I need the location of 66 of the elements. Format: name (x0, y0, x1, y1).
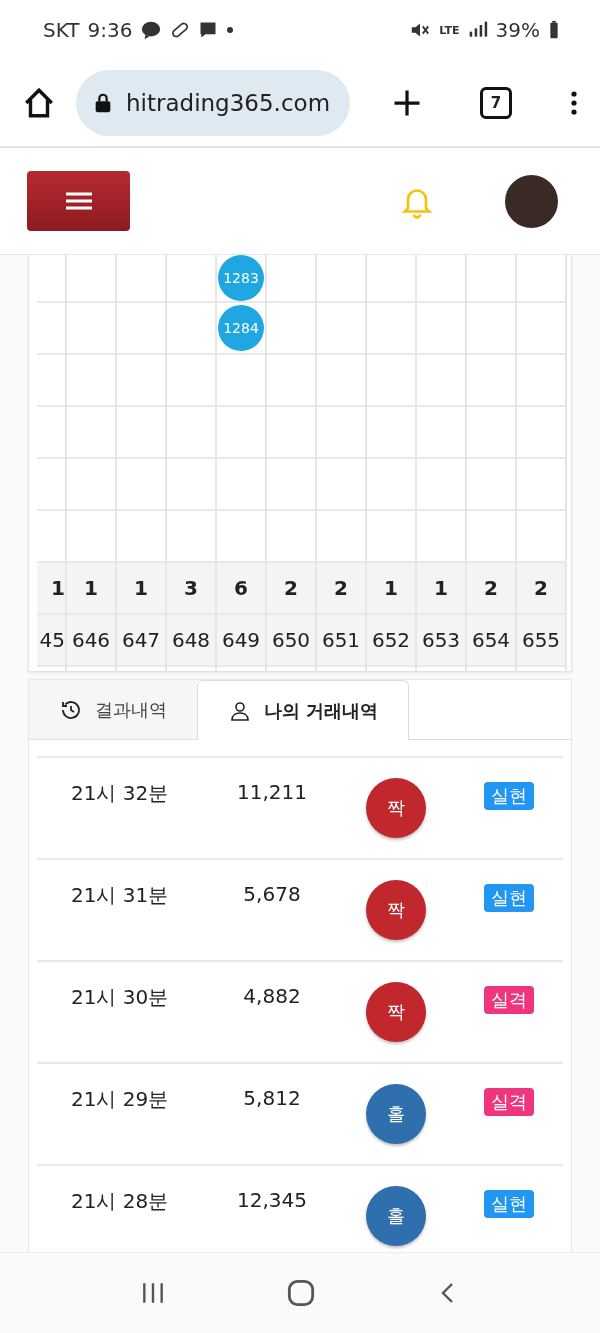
result-badge: 실격 (484, 986, 534, 1014)
trade-time: 21시 31분 (71, 882, 169, 909)
number-cell: 654 (467, 615, 515, 667)
number-cell: 45 (37, 615, 65, 667)
pick-circle: 홀 (366, 1084, 426, 1144)
count-cell: 1 (417, 563, 465, 615)
count-cell: 1 (37, 563, 65, 615)
number-cell: 646 (67, 615, 115, 667)
count-cell: 1 (367, 563, 415, 615)
network-type: LTE (439, 23, 460, 37)
count-cell: 3 (167, 563, 215, 615)
tab[interactable]: 결과내역 (29, 680, 197, 740)
signal-icon (467, 20, 488, 40)
trade-time: 21시 28분 (71, 1188, 169, 1215)
count-cell: 2 (317, 563, 365, 615)
number-cell: 649 (217, 615, 265, 667)
tab-switcher[interactable]: 7 (480, 87, 512, 119)
home-icon[interactable] (22, 86, 56, 120)
plus-icon[interactable] (392, 88, 422, 118)
number-cell: 655 (517, 615, 565, 667)
number-cell: 653 (417, 615, 465, 667)
clock: 9:36 (87, 18, 133, 42)
trade-amount: 11,211 (236, 780, 308, 804)
carrier: SKT (43, 18, 80, 42)
trade-amount: 12,345 (236, 1188, 308, 1212)
url-text: hitrading365.com (126, 90, 331, 116)
number-cell: 648 (167, 615, 215, 667)
count-cell: 1 (67, 563, 115, 615)
pick-circle: 짝 (366, 778, 426, 838)
battery-icon (548, 20, 560, 40)
count-cell: 2 (267, 563, 315, 615)
result-badge: 실현 (484, 1190, 534, 1218)
pick-circle: 짝 (366, 982, 426, 1042)
number-cell: 650 (267, 615, 315, 667)
count-cell: 2 (467, 563, 515, 615)
number-marker: 1284 (218, 305, 264, 351)
number-cell: 652 (367, 615, 415, 667)
pick-circle: 홀 (366, 1186, 426, 1246)
chat-bubble-icon (140, 19, 163, 41)
avatar[interactable] (505, 174, 558, 228)
count-cell: 1 (117, 563, 165, 615)
home-button-icon[interactable] (287, 1279, 315, 1307)
more-menu-icon[interactable] (570, 90, 578, 116)
pill-icon (170, 20, 191, 40)
trade-amount: 5,678 (242, 882, 302, 906)
trade-amount: 5,812 (242, 1086, 302, 1110)
number-marker: 1283 (218, 255, 264, 301)
pick-circle: 짝 (366, 880, 426, 940)
result-badge: 실현 (484, 782, 534, 810)
count-cell: 6 (217, 563, 265, 615)
message-icon (198, 20, 219, 40)
trade-time: 21시 30분 (71, 984, 169, 1011)
result-badge: 실격 (484, 1088, 534, 1116)
battery-level: 39% (495, 18, 540, 42)
trade-time: 21시 29분 (71, 1086, 169, 1113)
result-badge: 실현 (484, 884, 534, 912)
menu-icon (63, 190, 94, 212)
address-bar[interactable]: hitrading365.com (76, 70, 350, 136)
trade-amount: 4,882 (242, 984, 302, 1008)
dot-icon (226, 26, 235, 34)
menu-button[interactable] (27, 171, 130, 231)
tab[interactable]: 나의 거래내역 (197, 680, 410, 740)
number-cell: 651 (317, 615, 365, 667)
trade-time: 21시 32분 (71, 780, 169, 807)
number-cell: 647 (117, 615, 165, 667)
count-cell: 2 (517, 563, 565, 615)
